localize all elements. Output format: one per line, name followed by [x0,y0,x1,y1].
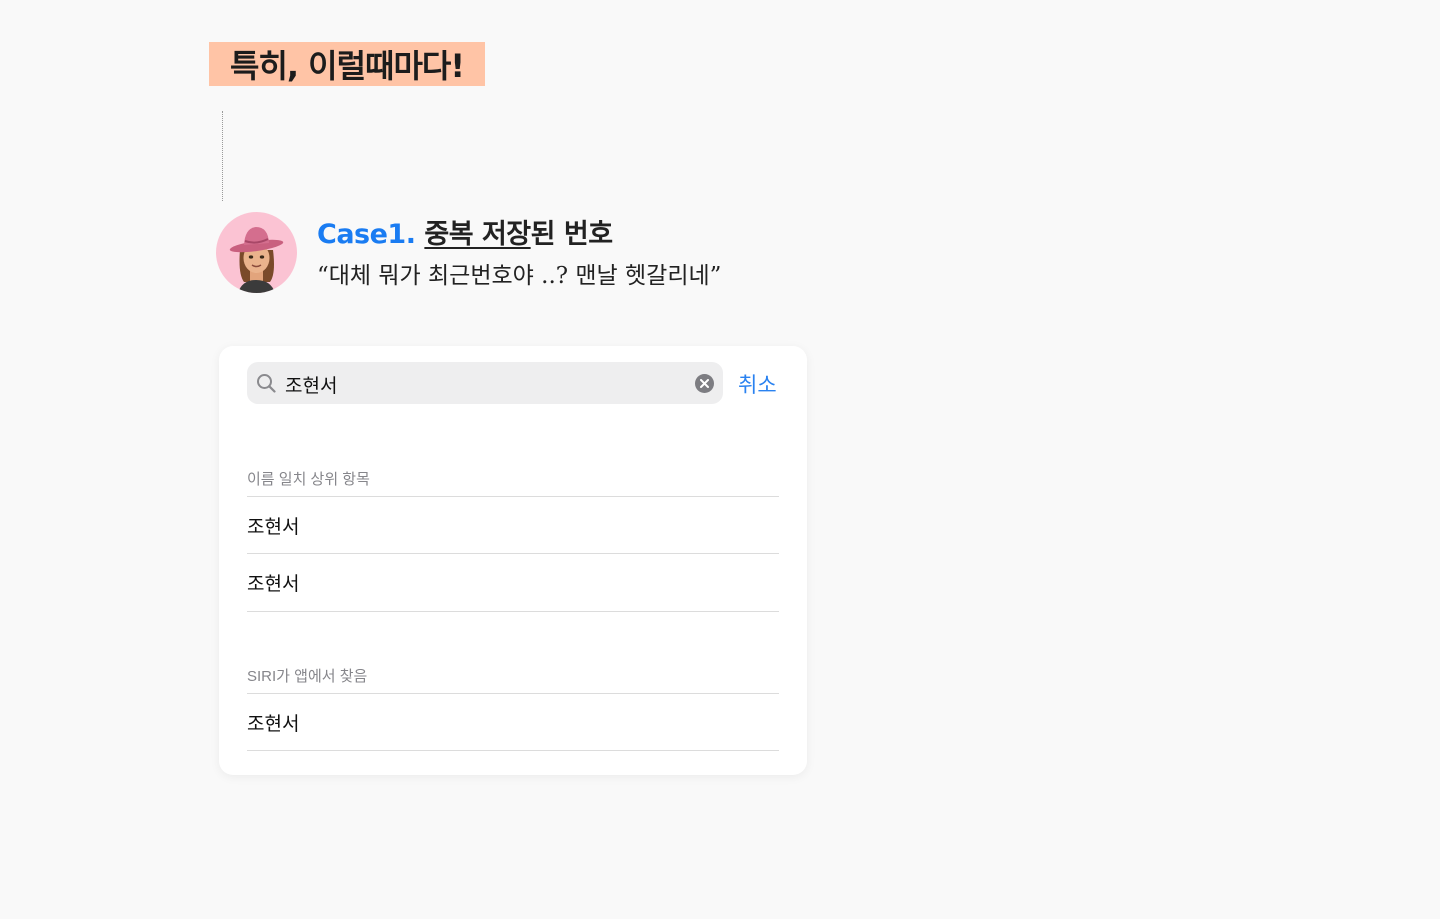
case-prefix: Case1. [317,219,416,250]
case-underlined-text: 중복 저장 [424,219,531,250]
avatar [216,212,297,293]
divider [247,750,779,751]
search-icon [257,374,276,393]
result-row[interactable]: 조현서 [247,497,779,553]
section-header-siri-suggestions: SIRI가 앱에서 찾음 [247,668,368,685]
result-row[interactable]: 조현서 [247,694,779,750]
section-header-name-matches: 이름 일치 상위 항목 [247,471,370,488]
case-quote: “대체 뭐가 최근번호야 ..? 맨날 헷갈리네” [317,263,722,289]
result-name: 조현서 [247,517,300,538]
memoji-avatar-icon [229,227,284,293]
clear-icon[interactable] [695,374,714,393]
dotted-divider [222,111,223,201]
cancel-button[interactable]: 취소 [738,369,777,399]
result-name: 조현서 [247,574,300,595]
case-suffix: 된 번호 [530,219,613,250]
search-field[interactable]: 조현서 [247,362,723,404]
contacts-search-card: 조현서 취소 이름 일치 상위 항목 조현서 조현서 SIRI가 앱에서 찾음 … [219,346,807,775]
result-name: 조현서 [247,714,300,735]
close-icon [700,379,709,388]
result-row[interactable]: 조현서 [247,554,779,610]
search-input[interactable]: 조현서 [285,371,337,398]
case-title: Case1. 중복 저장된 번호 [317,212,613,251]
divider [247,611,779,612]
highlight-heading: 특히, 이럴때마다! [209,42,485,86]
